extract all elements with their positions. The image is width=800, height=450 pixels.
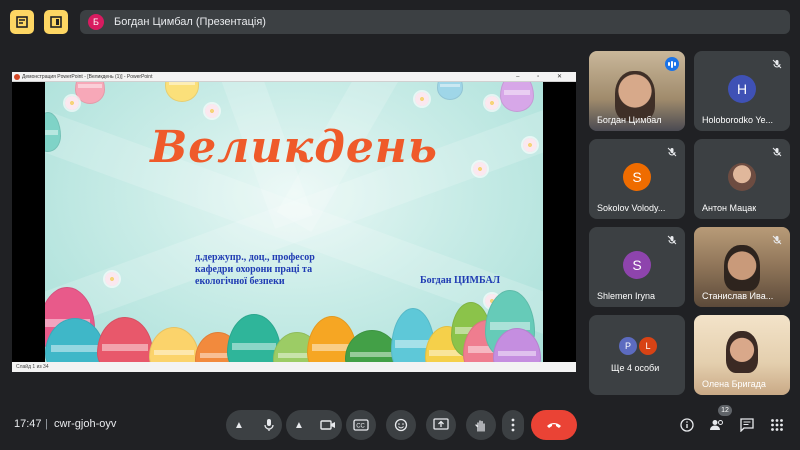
participant-name: Богдан Цимбал	[597, 115, 662, 125]
more-participants-tile[interactable]: P L Ще 4 особи	[589, 315, 685, 395]
people-icon[interactable]	[708, 416, 726, 434]
hand-raise-list-icon[interactable]	[10, 10, 34, 34]
slide: Великдень д.держупр., доц., професор каф…	[45, 82, 543, 362]
more-participants-label: Ще 4 особи	[611, 363, 660, 373]
slide-counter: Слайд 1 из 34	[16, 364, 49, 370]
easter-egg	[97, 317, 153, 362]
presentation-title-bar[interactable]: Б Богдан Цимбал (Презентація)	[80, 10, 790, 34]
participant-photo-avatar	[728, 163, 756, 191]
slide-heading: Великдень	[150, 122, 438, 173]
participant-name: Holoborodko Ye...	[702, 115, 774, 125]
svg-text:CC: CC	[356, 424, 365, 430]
participant-name: Олена Бригада	[702, 379, 766, 389]
mic-off-icon	[770, 145, 784, 159]
participant-tile[interactable]: S Sokolov Volody...	[589, 139, 685, 219]
slide-subtitle: д.держупр., доц., професор кафедри охоро…	[195, 252, 315, 287]
more-options-button[interactable]	[502, 410, 524, 440]
window-controls: – ▫ ✕	[516, 74, 570, 80]
participant-tile[interactable]: H Holoborodko Ye...	[694, 51, 790, 131]
flower-decoration	[65, 96, 79, 110]
emoji-button[interactable]	[386, 410, 416, 440]
easter-egg	[149, 327, 199, 362]
raise-hand-button[interactable]	[466, 410, 496, 440]
participant-avatar: S	[623, 251, 651, 279]
powerpoint-logo-icon	[14, 74, 20, 80]
raise-hand-icon	[475, 420, 485, 432]
easter-egg	[437, 82, 463, 100]
slide-author: Богдан ЦИМБАЛ	[420, 275, 501, 286]
participant-face	[724, 245, 760, 291]
participant-avatar: L	[639, 337, 657, 355]
meeting-clock: 17:47	[14, 418, 42, 430]
captions-icon: CC	[353, 419, 369, 431]
easter-egg	[500, 82, 534, 112]
top-bar: Б Богдан Цимбал (Презентація)	[0, 0, 800, 44]
participant-avatar: S	[623, 163, 651, 191]
end-call-button[interactable]	[531, 410, 577, 440]
window-icon[interactable]	[44, 10, 68, 34]
flower-decoration	[415, 92, 429, 106]
chevron-up-icon[interactable]: ▲	[228, 410, 250, 440]
bottom-toolbar: 17:47 | cwr-gjoh-oyv ▲ ▲ CC 12	[0, 400, 800, 450]
mic-off-icon	[665, 233, 679, 247]
easter-egg	[165, 82, 199, 102]
powerpoint-status-bar: Слайд 1 из 34	[12, 362, 576, 372]
participant-tile[interactable]: Антон Мацак	[694, 139, 790, 219]
more-icon	[511, 418, 515, 432]
mic-off-icon	[665, 145, 679, 159]
activities-icon[interactable]	[768, 416, 786, 434]
end-call-icon	[547, 423, 561, 428]
flower-decoration	[205, 104, 219, 118]
participant-name: Sokolov Volody...	[597, 203, 666, 213]
easter-egg	[75, 82, 105, 104]
meeting-code: cwr-gjoh-oyv	[54, 418, 117, 430]
participant-name: Антон Мацак	[702, 203, 757, 213]
mic-icon	[264, 419, 274, 431]
presenter-avatar: Б	[88, 14, 104, 30]
flower-decoration	[105, 272, 119, 286]
participant-avatar: P	[619, 337, 637, 355]
participant-tile[interactable]: Олена Бригада	[694, 315, 790, 395]
captions-button[interactable]: CC	[346, 410, 376, 440]
separator: |	[45, 418, 48, 430]
powerpoint-title-bar: Демонстрация PowerPoint - [Великдень (1)…	[12, 72, 576, 82]
presentation-title: Богдан Цимбал (Презентація)	[114, 16, 266, 28]
camera-icon	[320, 420, 335, 430]
participant-face	[726, 331, 758, 373]
flower-decoration	[485, 96, 499, 110]
participant-name: Shlemen Iryna	[597, 291, 656, 301]
participants-count-badge: 12	[718, 405, 732, 416]
mic-off-icon	[770, 233, 784, 247]
participant-tile[interactable]: S Shlemen Iryna	[589, 227, 685, 307]
chat-icon[interactable]	[738, 416, 756, 434]
slide-area: Великдень д.держупр., доц., професор каф…	[12, 82, 576, 362]
participant-name: Станислав Ива...	[702, 291, 774, 301]
powerpoint-window-title: Демонстрация PowerPoint - [Великдень (1)…	[22, 74, 153, 80]
speaking-indicator-icon	[665, 57, 679, 71]
participant-avatar: H	[728, 75, 756, 103]
emoji-icon	[394, 418, 408, 432]
mic-off-icon	[770, 57, 784, 71]
shared-screen: Демонстрация PowerPoint - [Великдень (1)…	[12, 72, 576, 372]
info-icon[interactable]	[678, 416, 696, 434]
participant-tile[interactable]: Богдан Цимбал	[589, 51, 685, 131]
present-button[interactable]	[426, 410, 456, 440]
chevron-up-icon[interactable]: ▲	[288, 410, 310, 440]
participant-face	[615, 71, 655, 121]
participant-tile[interactable]: Станислав Ива...	[694, 227, 790, 307]
present-icon	[433, 418, 449, 430]
